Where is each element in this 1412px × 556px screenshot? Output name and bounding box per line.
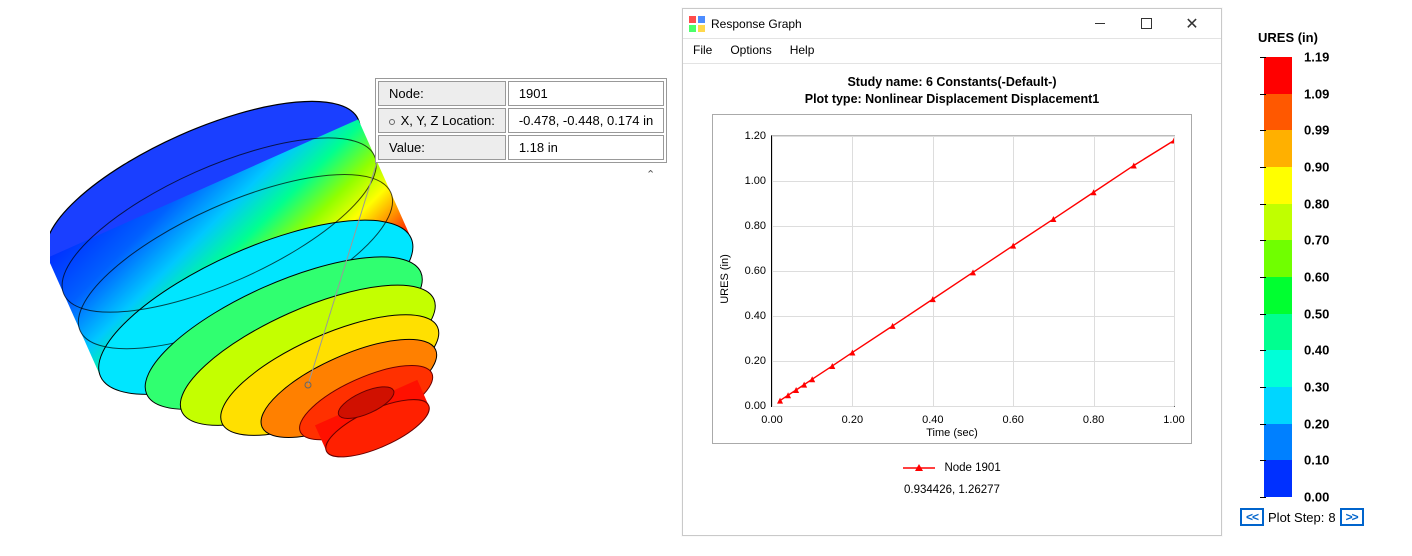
fea-viewport[interactable]: Node: 1901 X, Y, Z Location: -0.478, -0.… <box>0 0 680 556</box>
maximize-button[interactable] <box>1123 9 1169 39</box>
x-tick-label: 0.20 <box>842 414 863 426</box>
color-segment <box>1264 314 1292 351</box>
x-tick-label: 0.40 <box>922 414 943 426</box>
plot-step-control: << Plot Step: 8 >> <box>1240 508 1364 526</box>
node-info-callout[interactable]: Node: 1901 X, Y, Z Location: -0.478, -0.… <box>375 78 667 163</box>
legend-tick-label: 0.99 <box>1304 123 1364 138</box>
legend-tick-label: 0.00 <box>1304 490 1364 505</box>
y-tick-label: 1.00 <box>724 175 766 187</box>
cursor-readout: 0.934426, 1.26277 <box>703 484 1201 496</box>
node-label: Node: <box>378 81 506 106</box>
color-segment <box>1264 460 1292 497</box>
chart-legend: Node 1901 <box>703 462 1201 474</box>
color-segment <box>1264 277 1292 314</box>
menu-options[interactable]: Options <box>730 43 771 57</box>
color-segment <box>1264 240 1292 277</box>
plot-step-value: 8 <box>1328 510 1335 525</box>
minimize-button[interactable] <box>1077 9 1123 39</box>
color-segment <box>1264 204 1292 241</box>
menu-file[interactable]: File <box>693 43 712 57</box>
app-icon <box>689 16 705 32</box>
legend-tick-label: 1.09 <box>1304 86 1364 101</box>
legend-tick-label: 0.20 <box>1304 416 1364 431</box>
x-tick-label: 0.60 <box>1002 414 1023 426</box>
legend-text: Node 1901 <box>944 462 1000 474</box>
color-segment <box>1264 424 1292 461</box>
window-titlebar[interactable]: Response Graph ✕ <box>683 9 1221 39</box>
legend-tick-label: 0.80 <box>1304 196 1364 211</box>
color-segment <box>1264 130 1292 167</box>
xyz-label: X, Y, Z Location: <box>378 108 506 133</box>
legend-tick-label: 0.50 <box>1304 306 1364 321</box>
color-segment <box>1264 94 1292 131</box>
y-tick-label: 0.40 <box>724 310 766 322</box>
x-axis-label: Time (sec) <box>926 427 978 439</box>
legend-tick-label: 0.60 <box>1304 270 1364 285</box>
x-tick-label: 0.80 <box>1083 414 1104 426</box>
x-tick-label: 0.00 <box>761 414 782 426</box>
color-segment <box>1264 57 1292 94</box>
color-bar: 1.191.090.990.900.800.700.600.500.400.30… <box>1264 57 1292 497</box>
legend-marker-icon <box>903 463 935 473</box>
color-segment <box>1264 167 1292 204</box>
chart-area[interactable]: URES (in) Time (sec) 0.00 0.20 0.40 0.60 0.8… <box>712 114 1192 444</box>
plot-step-prev-button[interactable]: << <box>1240 508 1264 526</box>
value-value: 1.18 in <box>508 135 664 160</box>
close-button[interactable]: ✕ <box>1169 9 1215 39</box>
y-tick-label: 0.80 <box>724 220 766 232</box>
value-label: Value: <box>378 135 506 160</box>
window-title: Response Graph <box>711 17 1077 31</box>
legend-tick-label: 1.19 <box>1304 50 1364 65</box>
response-graph-window: Response Graph ✕ File Options Help Study… <box>682 8 1222 536</box>
plot-step-label: Plot Step: <box>1268 510 1324 525</box>
collapse-icon[interactable]: ⌃ <box>646 168 655 181</box>
legend-title: URES (in) <box>1258 30 1408 45</box>
y-tick-label: 0.20 <box>724 355 766 367</box>
color-segment <box>1264 350 1292 387</box>
xyz-value: -0.478, -0.448, 0.174 in <box>508 108 664 133</box>
y-tick-label: 0.60 <box>724 265 766 277</box>
color-segment <box>1264 387 1292 424</box>
y-tick-label: 0.00 <box>724 400 766 412</box>
node-value: 1901 <box>508 81 664 106</box>
y-axis-label: URES (in) <box>719 254 731 304</box>
legend-tick-label: 0.90 <box>1304 160 1364 175</box>
menu-help[interactable]: Help <box>790 43 815 57</box>
legend-tick-label: 0.30 <box>1304 380 1364 395</box>
legend-tick-label: 0.10 <box>1304 453 1364 468</box>
y-tick-label: 1.20 <box>724 130 766 142</box>
plot-step-next-button[interactable]: >> <box>1340 508 1364 526</box>
menu-bar: File Options Help <box>683 39 1221 64</box>
x-tick-label: 1.00 <box>1163 414 1184 426</box>
chart-title: Study name: 6 Constants(-Default-) Plot … <box>703 74 1201 108</box>
legend-tick-label: 0.40 <box>1304 343 1364 358</box>
contour-legend: URES (in) 1.191.090.990.900.800.700.600.… <box>1258 30 1408 497</box>
legend-tick-label: 0.70 <box>1304 233 1364 248</box>
